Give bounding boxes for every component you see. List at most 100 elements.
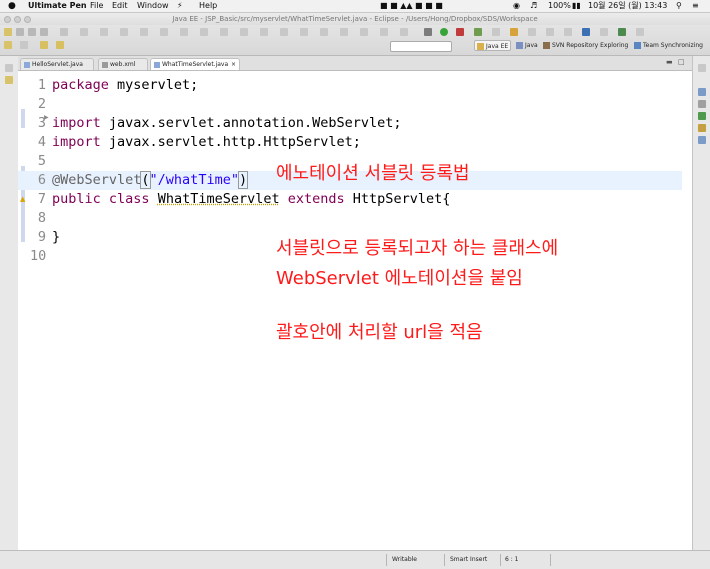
toolbar-icon[interactable] xyxy=(260,28,268,36)
code-editor[interactable]: ▲ ▶ 1 package myservlet; 2 3 import javax.… xyxy=(18,71,692,550)
toolbar-icon[interactable] xyxy=(160,28,168,36)
save-all-icon[interactable] xyxy=(40,28,48,36)
java-ee-icon xyxy=(477,43,484,50)
editor-tabbar: HelloServlet.java web.xml WhatTimeServle… xyxy=(18,56,692,71)
quick-access-input[interactable] xyxy=(390,41,452,52)
new-icon[interactable] xyxy=(4,28,12,36)
toolbar-icon[interactable] xyxy=(100,28,108,36)
toolbar-icon[interactable] xyxy=(618,28,626,36)
menu-window[interactable]: Window xyxy=(137,0,169,12)
outline-icon[interactable] xyxy=(698,88,706,96)
forward-icon[interactable] xyxy=(56,41,64,49)
servers-icon[interactable] xyxy=(698,124,706,132)
toolbar-icon[interactable] xyxy=(180,28,188,36)
toolbar-icon[interactable] xyxy=(380,28,388,36)
tab-what-time-servlet[interactable]: WhatTimeServlet.java × xyxy=(150,58,240,70)
tab-web-xml[interactable]: web.xml xyxy=(98,58,148,70)
markers-icon[interactable] xyxy=(698,112,706,120)
open-icon[interactable] xyxy=(16,28,24,36)
server-icon[interactable] xyxy=(474,28,482,36)
clock[interactable]: 10월 26일 (월) 13:43 xyxy=(588,0,667,12)
restore-icon[interactable] xyxy=(5,64,13,72)
toolbar-icon[interactable] xyxy=(140,28,148,36)
toolbar-icon[interactable] xyxy=(340,28,348,36)
toolbar-icon[interactable] xyxy=(80,28,88,36)
toolbar-icon[interactable] xyxy=(120,28,128,36)
toolbar-icon[interactable] xyxy=(200,28,208,36)
project-explorer-icon[interactable] xyxy=(5,76,13,84)
data-source-icon[interactable] xyxy=(698,136,706,144)
macos-menubar: ● Ultimate Pen File Edit Window ⚡ Help ■… xyxy=(0,0,710,13)
toolbar-icon[interactable] xyxy=(492,28,500,36)
status-divider xyxy=(386,554,387,566)
run-icon[interactable] xyxy=(440,28,448,36)
right-view-strip xyxy=(692,56,710,550)
sound-icon[interactable]: ♬ xyxy=(530,0,537,12)
code-line: 7 public class WhatTimeServlet extends Ht… xyxy=(37,191,451,207)
perspective-svn[interactable]: SVN Repository Exploring xyxy=(541,40,630,51)
toolbar-icon[interactable] xyxy=(280,28,288,36)
restore-icon[interactable] xyxy=(698,64,706,72)
search-icon[interactable]: ⚲ xyxy=(676,0,682,12)
svn-icon xyxy=(543,42,550,49)
task-list-icon[interactable] xyxy=(698,100,706,108)
wifi-icon[interactable]: ◉ xyxy=(513,0,520,12)
toolbar-icon[interactable] xyxy=(220,28,228,36)
minimize-window-button[interactable] xyxy=(14,16,21,23)
toolbar-icon[interactable] xyxy=(360,28,368,36)
toolbar-icon[interactable] xyxy=(510,28,518,36)
code-line: 8 xyxy=(37,210,46,226)
java-icon xyxy=(516,42,523,49)
toolbar-icon[interactable] xyxy=(528,28,536,36)
list-icon[interactable]: ≡ xyxy=(692,0,699,12)
battery-level[interactable]: 100% xyxy=(548,0,571,12)
window-titlebar: Java EE - JSP_Basic/src/myservlet/WhatTi… xyxy=(0,13,710,25)
close-window-button[interactable] xyxy=(4,16,11,23)
java-file-icon xyxy=(24,62,30,68)
menu-edit[interactable]: Edit xyxy=(112,0,128,12)
save-icon[interactable] xyxy=(28,28,36,36)
annotation-note: 에노테이션 서블릿 등록법 xyxy=(276,163,470,184)
status-icons[interactable]: ■ ■ ▲▲ ■ ■ ■ xyxy=(380,0,443,12)
toolbar-icon[interactable] xyxy=(320,28,328,36)
toolbar-icon[interactable] xyxy=(20,41,28,49)
left-view-strip xyxy=(0,56,19,550)
toolbar-icon[interactable] xyxy=(240,28,248,36)
toolbar-icon[interactable] xyxy=(582,28,590,36)
perspective-java-ee[interactable]: Java EE xyxy=(474,40,512,51)
toolbar-icon[interactable] xyxy=(546,28,554,36)
print-icon[interactable] xyxy=(60,28,68,36)
menu-help[interactable]: Help xyxy=(199,0,217,12)
toolbar-icon[interactable] xyxy=(600,28,608,36)
java-file-icon xyxy=(154,62,160,68)
status-divider xyxy=(500,554,501,566)
toolbar-icon[interactable] xyxy=(564,28,572,36)
close-tab-icon[interactable]: × xyxy=(231,59,236,71)
menu-file[interactable]: File xyxy=(90,0,103,12)
perspective-java[interactable]: Java xyxy=(514,40,540,51)
status-divider xyxy=(444,554,445,566)
debug-icon[interactable] xyxy=(424,28,432,36)
writable-status: Writable xyxy=(392,556,417,563)
status-divider xyxy=(550,554,551,566)
maximize-editor-icon[interactable]: □ xyxy=(678,58,685,66)
annotation-note: WebServlet 에노테이션을 붙임 xyxy=(276,268,523,289)
lightning-icon[interactable]: ⚡ xyxy=(177,0,183,12)
back-icon[interactable] xyxy=(40,41,48,49)
tab-hello-servlet[interactable]: HelloServlet.java xyxy=(20,58,94,70)
code-line: 3 import javax.servlet.annotation.WebServ… xyxy=(37,115,402,131)
toolbar-icon[interactable] xyxy=(300,28,308,36)
toolbar-icon[interactable] xyxy=(636,28,644,36)
apple-icon[interactable]: ● xyxy=(8,0,16,12)
status-bar: Writable Smart Insert 6 : 1 xyxy=(0,550,710,569)
perspective-team-sync[interactable]: Team Synchronizing xyxy=(632,40,705,51)
toolbar-icon[interactable] xyxy=(4,41,12,49)
app-menu[interactable]: Ultimate Pen xyxy=(28,0,87,12)
toolbar-icon[interactable] xyxy=(400,28,408,36)
window-title: Java EE - JSP_Basic/src/myservlet/WhatTi… xyxy=(172,15,538,23)
external-tools-icon[interactable] xyxy=(456,28,464,36)
code-line: 4 import javax.servlet.http.HttpServlet; xyxy=(37,134,361,150)
minimize-editor-icon[interactable]: ▬ xyxy=(666,58,673,66)
zoom-window-button[interactable] xyxy=(24,16,31,23)
code-line: 2 xyxy=(37,96,46,112)
